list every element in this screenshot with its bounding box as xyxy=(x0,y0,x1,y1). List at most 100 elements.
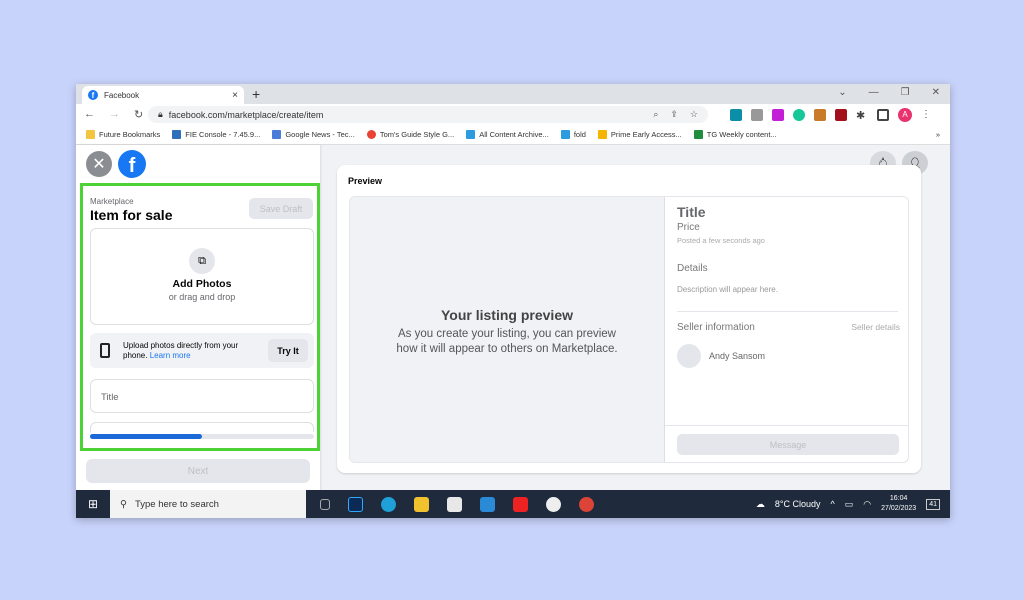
battery-icon[interactable]: ▭ xyxy=(845,499,854,510)
minimize-button[interactable]: — xyxy=(869,87,879,98)
save-draft-button[interactable]: Save Draft xyxy=(249,198,313,219)
extension-icon[interactable] xyxy=(793,109,805,121)
preview-body: As you create your listing, you can prev… xyxy=(396,328,618,355)
search-icon: ⚲ xyxy=(120,498,127,510)
seller-avatar xyxy=(677,344,701,368)
task-view-icon[interactable] xyxy=(320,498,330,510)
bookmark-star-icon[interactable]: ☆ xyxy=(690,109,698,120)
message-button[interactable]: Message xyxy=(677,434,899,455)
divider xyxy=(677,311,898,312)
tab-search-icon[interactable]: ⌄ xyxy=(838,87,846,98)
toolbar: ← → ↻ 🔒︎ facebook.com/marketplace/create/it… xyxy=(76,104,950,125)
wifi-icon[interactable]: ◠ xyxy=(863,499,871,510)
listing-price: Price xyxy=(677,222,700,233)
preview-label: Preview xyxy=(348,176,383,186)
page-content: ✕ f Marketplace Item for sale Save Draft… xyxy=(76,145,950,490)
next-button[interactable]: Next xyxy=(86,459,310,483)
bookmark-item[interactable]: Prime Early Access... xyxy=(597,130,682,140)
browser-window: f Facebook × + ⌄ — ❐ ✕ ← → ↻ 🔒︎ facebook.com/mar… xyxy=(76,84,950,518)
close-tab-icon[interactable]: × xyxy=(232,90,238,101)
menu-icon[interactable]: ⋮ xyxy=(921,109,933,121)
close-window-button[interactable]: ✕ xyxy=(932,87,940,98)
seller-info-heading: Seller information xyxy=(677,322,755,333)
listing-preview-area: Your listing preview As you create your … xyxy=(350,197,664,462)
page-title: Item for sale xyxy=(90,207,173,223)
add-photos-label: Add Photos xyxy=(172,278,232,290)
weather-text[interactable]: 8°C Cloudy xyxy=(775,499,821,509)
bookmark-item[interactable]: FIE Console - 7.45.9... xyxy=(172,130,260,140)
bookmark-item[interactable]: TG Weekly content... xyxy=(693,130,777,140)
try-it-button[interactable]: Try It xyxy=(268,339,308,362)
title-input[interactable]: Title xyxy=(90,379,314,413)
listing-title: Title xyxy=(677,204,706,220)
bookmark-item[interactable]: Future Bookmarks xyxy=(86,130,160,140)
details-heading: Details xyxy=(677,263,708,274)
restore-button[interactable]: ❐ xyxy=(901,87,910,98)
seller-name: Andy Sansom xyxy=(709,351,766,361)
breadcrumb: Marketplace xyxy=(90,197,134,206)
windows-start-icon[interactable]: ⊞ xyxy=(76,497,110,511)
mail-icon[interactable] xyxy=(480,496,495,512)
app-icon[interactable] xyxy=(513,496,528,512)
facebook-logo[interactable]: f xyxy=(118,150,146,178)
add-photos-dropzone[interactable]: ⧉ Add Photos or drag and drop xyxy=(90,228,314,325)
tab-title: Facebook xyxy=(104,90,140,100)
search-placeholder: Type here to search xyxy=(134,498,219,510)
progress-fill xyxy=(90,434,202,439)
phone-icon xyxy=(100,343,110,358)
tray-chevron-icon[interactable]: ^ xyxy=(831,499,835,509)
share-icon[interactable]: ⇪ xyxy=(670,109,678,120)
tab-strip: f Facebook × + ⌄ — ❐ ✕ xyxy=(76,84,950,104)
clock[interactable]: 16:04 27/02/2023 xyxy=(881,494,916,514)
back-icon[interactable]: ← xyxy=(84,108,95,121)
windows-taskbar: ⊞ ⚲ Type here to search ☁ 8°C Cloudy ^ ▭ … xyxy=(76,490,950,518)
puzzle-icon[interactable]: ✱ xyxy=(856,109,868,122)
url-text: facebook.com/marketplace/create/item xyxy=(168,109,324,120)
file-explorer-icon[interactable] xyxy=(414,496,429,512)
lock-icon: 🔒︎ xyxy=(158,109,163,119)
extension-icon[interactable] xyxy=(835,109,847,121)
new-tab-button[interactable]: + xyxy=(252,86,260,102)
posted-time: Posted a few seconds ago xyxy=(677,236,765,245)
facebook-favicon-icon: f xyxy=(88,90,98,100)
notification-center-icon[interactable]: 41 xyxy=(926,498,940,510)
cloud-icon: ☁ xyxy=(755,498,765,509)
create-listing-sidebar: ✕ f Marketplace Item for sale Save Draft… xyxy=(76,145,320,490)
chrome-icon[interactable] xyxy=(579,496,594,512)
more-bookmarks[interactable]: » xyxy=(936,130,950,139)
close-icon[interactable]: ✕ xyxy=(86,151,112,177)
store-icon[interactable] xyxy=(447,496,462,512)
reload-icon[interactable]: ↻ xyxy=(134,108,143,121)
bookmark-item[interactable]: Tom's Guide Style G... xyxy=(366,130,454,140)
learn-more-link[interactable]: Learn more xyxy=(150,351,191,360)
extension-icon[interactable] xyxy=(772,109,784,121)
address-bar[interactable]: 🔒︎ facebook.com/marketplace/create/item ⌕… xyxy=(148,106,708,123)
preview-heading: Your listing preview xyxy=(441,307,573,323)
bookmark-item[interactable]: All Content Archive... xyxy=(466,130,549,140)
photoshop-icon[interactable] xyxy=(348,496,363,512)
extension-icon[interactable] xyxy=(814,109,826,121)
highlight-box: Marketplace Item for sale Save Draft ⧉ A… xyxy=(80,183,320,451)
slack-icon[interactable] xyxy=(546,496,561,512)
taskbar-search[interactable]: ⚲ Type here to search xyxy=(110,490,306,518)
bookmark-item[interactable]: fold xyxy=(560,130,586,140)
listing-details-panel: Title Price Posted a few seconds ago Det… xyxy=(664,197,908,462)
side-panel-icon[interactable] xyxy=(877,109,889,121)
add-photo-icon: ⧉ xyxy=(189,248,215,274)
extension-icon[interactable] xyxy=(730,109,742,121)
seller-details-link[interactable]: Seller details xyxy=(851,322,900,332)
zoom-search-icon[interactable]: ⌕ xyxy=(653,109,658,120)
preview-card: Preview Your listing preview As you crea… xyxy=(337,165,921,473)
bookmarks-bar: Future Bookmarks FIE Console - 7.45.9...… xyxy=(76,125,950,145)
bookmark-item[interactable]: Google News - Tec... xyxy=(272,130,355,140)
profile-avatar[interactable]: A xyxy=(898,108,912,122)
description-text: Description will appear here. xyxy=(677,285,778,294)
drag-drop-hint: or drag and drop xyxy=(168,292,236,302)
phone-upload-banner: Upload photos directly from your phone. … xyxy=(90,333,314,368)
forward-icon[interactable]: → xyxy=(109,108,120,121)
divider xyxy=(665,425,908,426)
extension-icon[interactable] xyxy=(751,109,763,121)
price-input[interactable] xyxy=(90,422,314,432)
tab-facebook[interactable]: f Facebook × xyxy=(82,86,244,104)
edge-icon[interactable] xyxy=(381,496,396,512)
